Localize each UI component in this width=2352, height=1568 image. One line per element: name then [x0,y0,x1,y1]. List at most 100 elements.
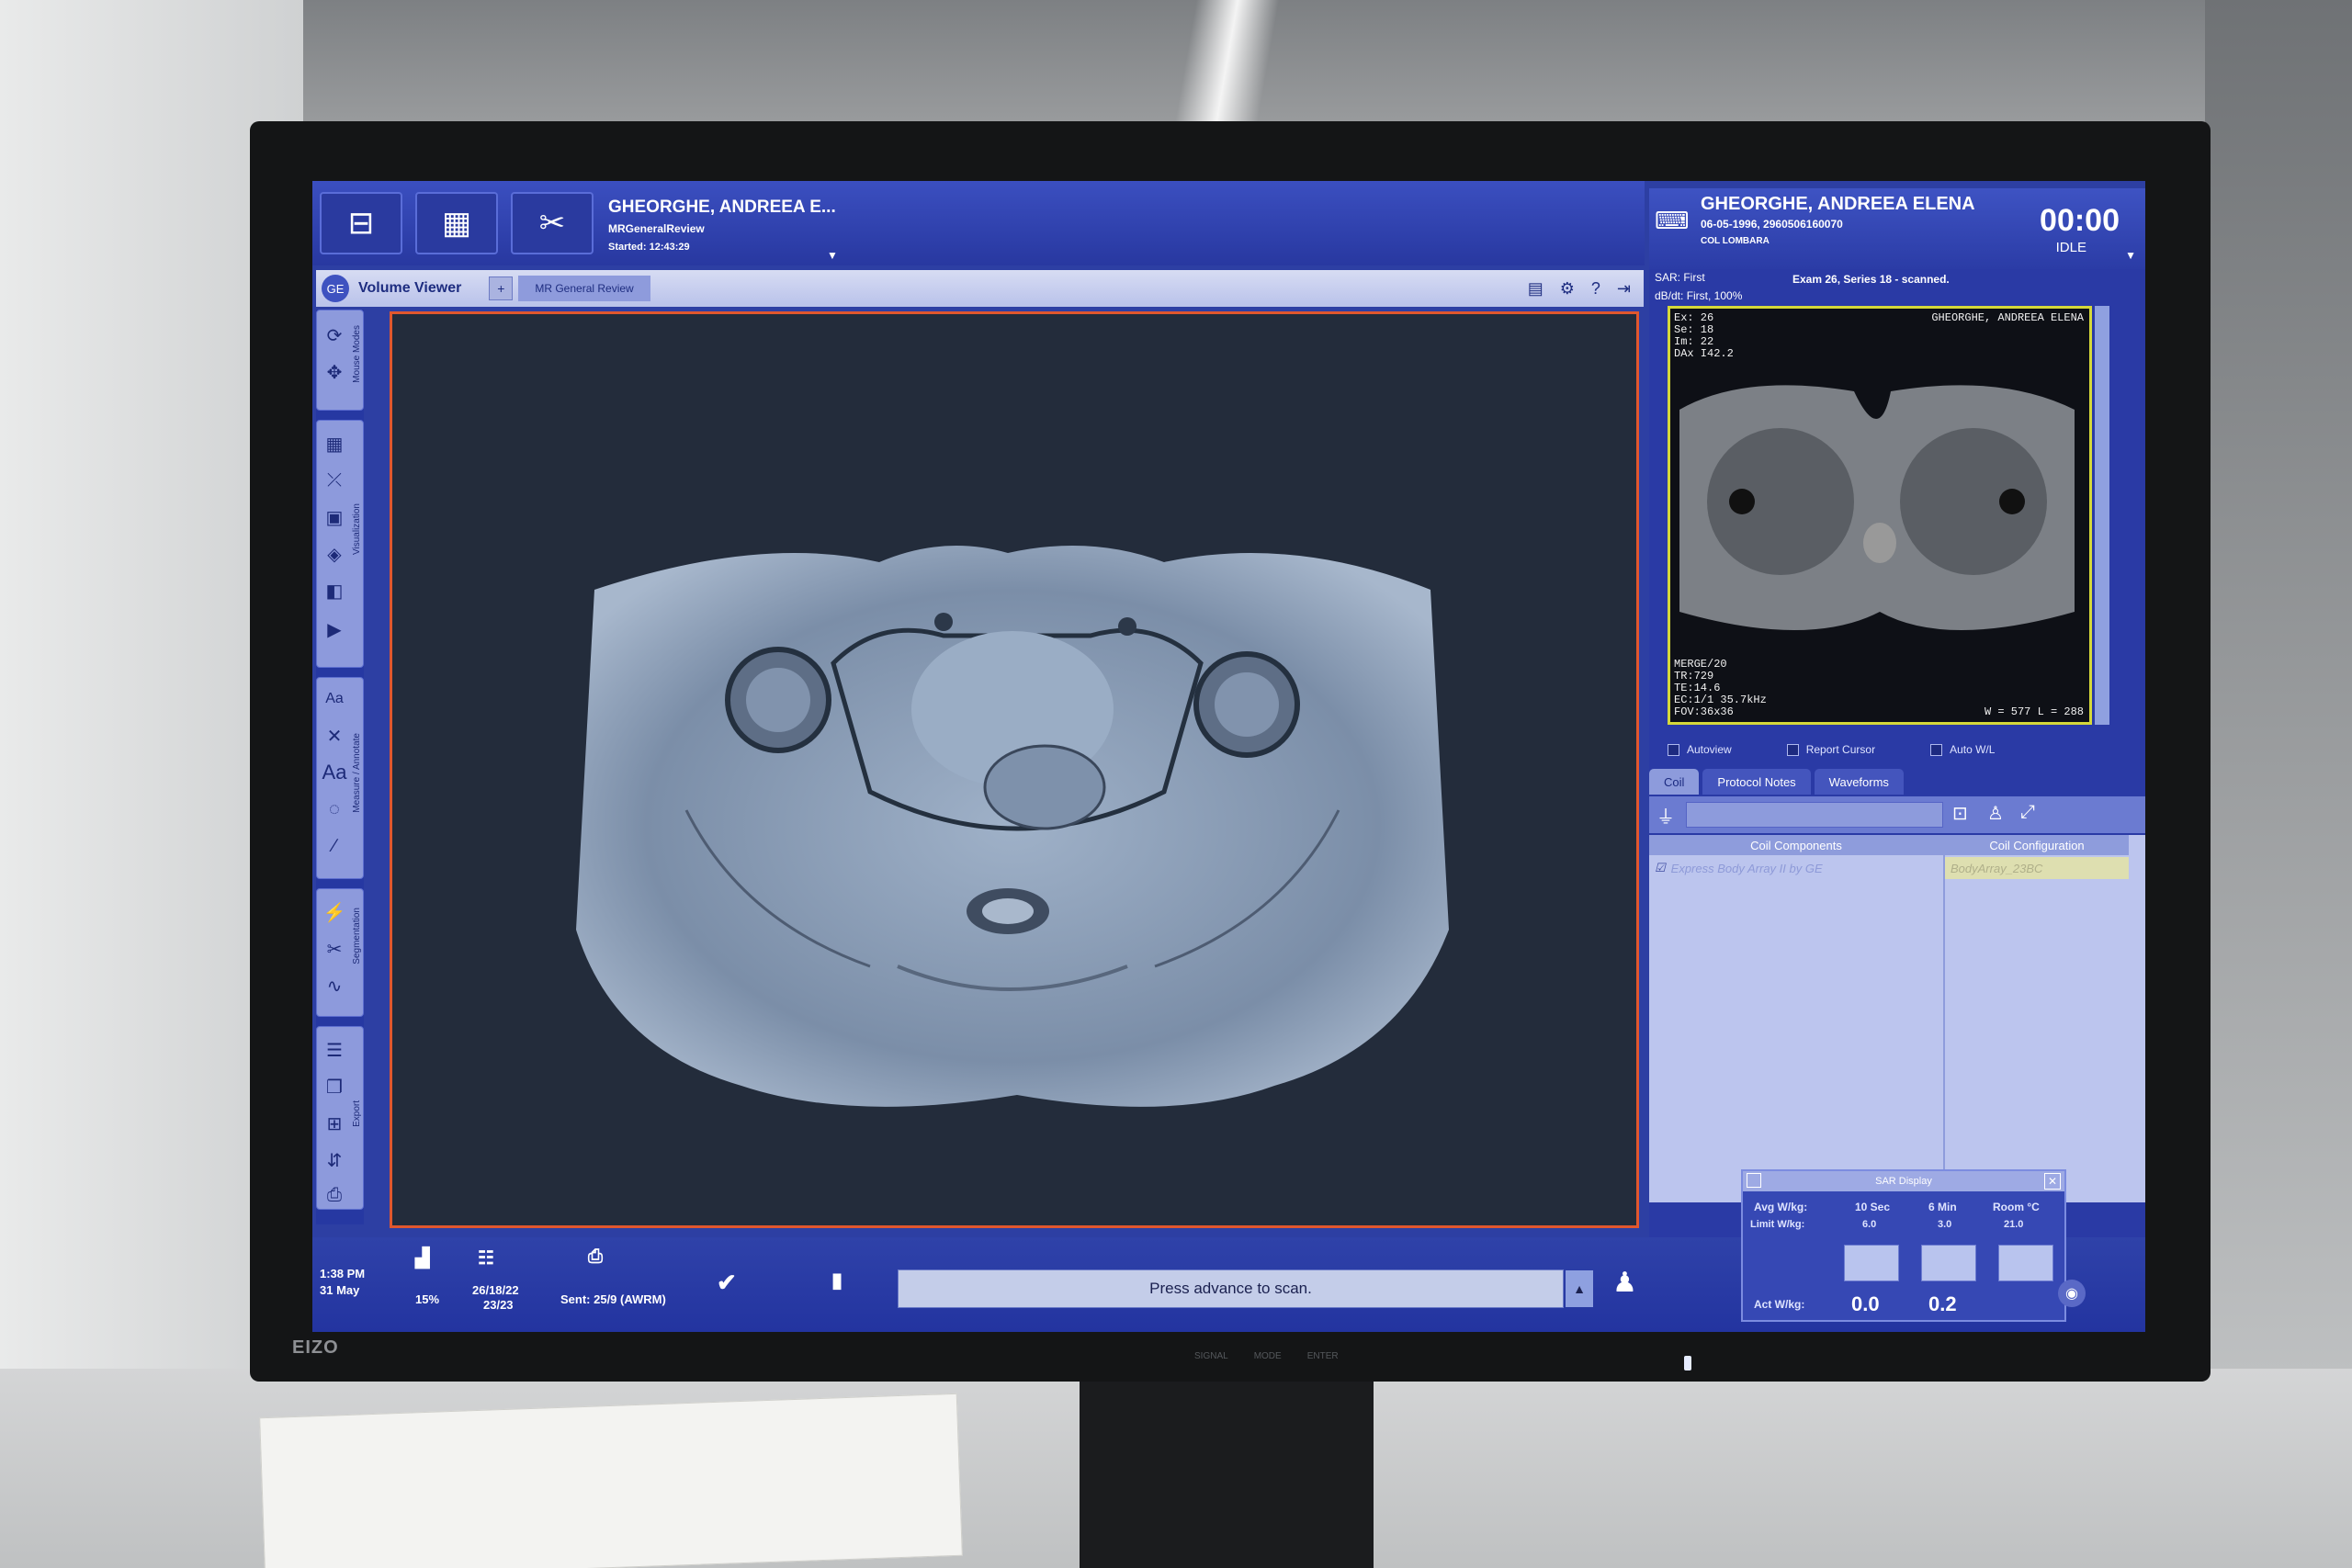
sar-bar-6min [1921,1245,1976,1281]
layout-icon[interactable]: ▤ [1528,279,1544,299]
checkbox-label: Autoview [1687,743,1732,756]
window-icon [1747,1173,1761,1188]
save-icon[interactable]: ⊞ [321,1110,348,1137]
workflow-button[interactable]: ▦ [415,192,498,254]
ruler-icon[interactable]: ∕ [321,832,348,860]
ge-logo-icon: GE [322,275,349,302]
exam-description: COL LOMBARA [1701,236,1770,246]
checkmark-icon[interactable]: ✔ [717,1269,737,1297]
network-icon[interactable]: ⇵ [321,1146,348,1174]
group-measure: Aa ✕ Aa ◌ ∕ Measure / Annotate [316,677,364,879]
top-bar: ⊟ ▦ ✂ GHEORGHE, ANDREEA E... MRGeneralRe… [312,181,1645,265]
checkbox-label: Report Cursor [1805,743,1876,756]
monitor-button-mode[interactable]: MODE [1254,1351,1282,1361]
viewer-toolbar: GE Volume Viewer + MR General Review ▤ ⚙… [316,270,1644,307]
coil-layout-icon[interactable]: ⊡ [1952,802,1968,825]
image-viewport[interactable] [390,311,1639,1228]
group-export: ☰ ❐ ⊞ ⇵ ⎙ Export [316,1026,364,1210]
scanner-button[interactable]: ⊟ [320,192,402,254]
group-mouse-modes: ⟳ ✥ Mouse Modes [316,310,364,411]
coil-component-name: Express Body Array II by GE [1670,861,1823,875]
right-panel: ⌨ GHEORGHE, ANDREEA ELENA 06-05-1996, 29… [1649,188,2145,1237]
wand-icon[interactable]: ⚡ [321,898,348,926]
checkbox-box[interactable] [1930,743,1943,756]
grid-icon[interactable]: ▦ [321,430,348,457]
queue-icon[interactable]: ▮ [831,1269,842,1292]
overlay-bottom-left: MERGE/20 TR:729 TE:14.6 EC:1/1 35.7kHz F… [1674,659,1767,718]
coil-config-value[interactable]: BodyArray_23BC [1945,857,2129,879]
viewer-icons: ▤ ⚙ ? ⇥ [1528,279,1631,299]
message-scroll-up[interactable]: ▲ [1566,1270,1593,1307]
patient-header: ⌨ GHEORGHE, ANDREEA ELENA 06-05-1996, 29… [1649,188,2145,269]
preview-options: Autoview Report Cursor Auto W/L [1668,739,2127,760]
body-icon[interactable]: ♙ [1987,802,2004,825]
power-led [1684,1356,1691,1371]
tools-button[interactable]: ✂ [511,192,594,254]
gear-icon[interactable]: ⚙ [1560,279,1575,299]
plug-icon[interactable]: ⏚ [1657,802,1675,829]
paper-sheet [259,1393,963,1568]
tab-mr-general-review[interactable]: MR General Review [518,276,650,301]
report-cursor-checkbox[interactable]: Report Cursor [1786,739,1876,760]
autoview-checkbox[interactable]: Autoview [1668,739,1732,760]
cross-measure-icon[interactable]: ✕ [321,722,348,750]
overlay-fov: FOV:36x36 [1674,705,1734,718]
cube-icon[interactable]: ◈ [321,540,348,568]
tab-protocol-notes[interactable]: Protocol Notes [1702,769,1811,795]
sent-status: Sent: 25/9 (AWRM) [560,1292,666,1306]
chevron-down-icon[interactable]: ▼ [2125,249,2136,262]
checkbox-box[interactable] [1668,743,1679,756]
system-status-icon[interactable]: ◉ [2058,1280,2086,1307]
pan-icon[interactable]: ✥ [321,358,348,386]
film-icon[interactable]: ▶ [321,615,348,643]
expand-icon[interactable]: ⤢ [2020,802,2035,823]
operator-icon[interactable]: ♟ [1612,1267,1637,1299]
dbdt-mode: dB/dt: First, 100% [1655,289,1743,302]
coil-select-field[interactable] [1686,802,1943,828]
coil-component-row[interactable]: ☑ Express Body Array II by GE [1649,857,1943,879]
sar-title: SAR Display [1743,1171,2064,1191]
overlay-top-left: Ex: 26 Se: 18 Im: 22 DAx I42.2 [1674,312,1734,360]
report-icon[interactable]: ☰ [321,1036,348,1064]
print-icon[interactable]: ⎙ [321,1181,348,1209]
check-icon[interactable]: ☑ [1655,861,1666,875]
tab-coil[interactable]: Coil [1649,769,1700,795]
coil-components-header: Coil Components [1649,835,1943,855]
mri-axial-image [576,546,1449,1107]
crosshair-icon[interactable]: ⤫ [321,467,348,494]
roi-icon[interactable]: ◌ [321,795,348,823]
monitor-button-enter[interactable]: ENTER [1307,1351,1339,1361]
chevron-down-icon[interactable]: ▼ [827,249,838,262]
path-icon[interactable]: ∿ [321,972,348,999]
group-label: Measure / Annotate [352,733,362,813]
box-icon[interactable]: ◧ [321,577,348,604]
text-icon[interactable]: Aa [321,759,348,786]
screen: ⊟ ▦ ✂ GHEORGHE, ANDREEA E... MRGeneralRe… [312,181,2145,1332]
send-icon: ⎙ [588,1247,603,1267]
overlay-slice: DAx I42.2 [1674,347,1734,360]
help-icon[interactable]: ? [1591,279,1600,299]
clock-time: 1:38 PM [320,1267,366,1280]
sar-bar-room [1998,1245,2053,1281]
preview-image[interactable]: Ex: 26 Se: 18 Im: 22 DAx I42.2 GHEORGHE,… [1668,306,2092,725]
sar-limit-10sec: 6.0 [1862,1219,1877,1230]
copy-icon[interactable]: ❐ [321,1073,348,1100]
scissors-icon[interactable]: ✂ [321,935,348,963]
close-icon[interactable]: ✕ [2044,1173,2061,1190]
database-icon: ☷ [478,1248,494,1269]
left-toolbar: ⟳ ✥ Mouse Modes ▦ ⤫ ▣ ◈ ◧ ▶ Visualizatio… [316,310,364,1224]
monitor-button-signal[interactable]: SIGNAL [1194,1351,1228,1361]
checkbox-box[interactable] [1786,743,1799,756]
add-tab-button[interactable]: + [489,276,514,300]
group-label: Export [352,1100,362,1127]
cube-a-icon[interactable]: ▣ [321,503,348,531]
sar-act-label: Act W/kg: [1754,1298,1805,1311]
tab-waveforms[interactable]: Waveforms [1814,769,1904,795]
exit-icon[interactable]: ⇥ [1617,279,1631,299]
auto-wl-checkbox[interactable]: Auto W/L [1930,739,1995,760]
scan-state: IDLE [2055,240,2086,255]
sar-room-temp: 21.0 [2004,1219,2024,1230]
rotate-icon[interactable]: ⟳ [321,321,348,349]
annotate-text-icon[interactable]: Aa [321,685,348,713]
preview-scrollbar[interactable] [2095,306,2109,725]
